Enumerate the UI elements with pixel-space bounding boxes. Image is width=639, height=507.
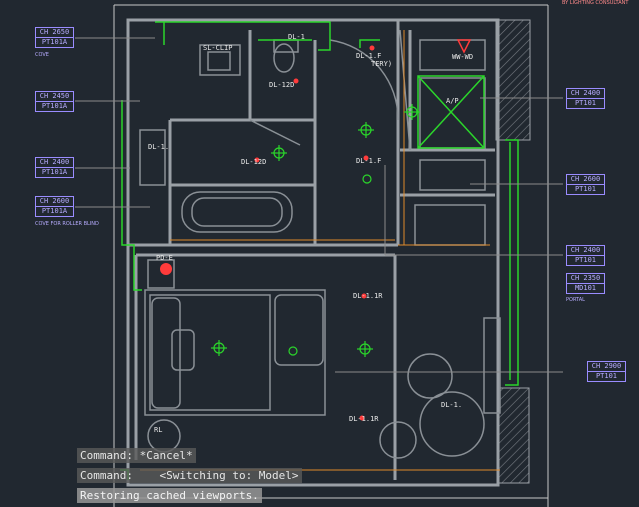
red-fixtures <box>160 45 375 421</box>
fixture-label-dl-1r-b: DL-1.1R <box>349 415 379 423</box>
ceiling-tag-right-3[interactable]: CH 2400 PT101 <box>566 245 605 266</box>
tag-ceiling-height: CH 2400 <box>36 158 73 168</box>
fixture-label-sl-clip: SL-CLIP <box>203 44 233 52</box>
fixture-label-dl-top: DL-1 <box>288 33 305 41</box>
ceiling-tag-left-4[interactable]: CH 2600 PT101A <box>35 196 74 217</box>
fixture-label-dl-1: DL-1. <box>148 143 170 151</box>
tag-note-left-4: COVE FOR ROLLER BLIND <box>35 221 99 227</box>
tag-finish-code: PT101 <box>574 185 597 193</box>
fixture-label-dl-1f-top: DL-1.F <box>356 52 382 60</box>
tag-ceiling-height: CH 2650 <box>36 28 73 38</box>
tag-ceiling-height: CH 2600 <box>36 197 73 207</box>
ceiling-tag-right-2[interactable]: CH 2600 PT101 <box>566 174 605 195</box>
tag-note-left-1: COVE <box>35 52 49 58</box>
ceiling-tag-left-2[interactable]: CH 2450 PT101A <box>35 91 74 112</box>
tag-ceiling-height: CH 2400 <box>567 246 604 256</box>
tag-finish-code: MD101 <box>574 284 597 292</box>
fixture-label-dl-1r-a: DL-1.1R <box>353 292 383 300</box>
tag-finish-code: PT101 <box>574 99 597 107</box>
fixture-label-pd: PD-E <box>156 254 173 262</box>
ceiling-tag-left-3[interactable]: CH 2400 PT101A <box>35 157 74 178</box>
tag-finish-code: PT101A <box>41 102 68 110</box>
fixture-label-dl-1f-mid: DL-1.F <box>356 157 382 165</box>
fixture-label-dl-bottom: DL-1. <box>441 401 463 409</box>
command-history-line-1: Command: *Cancel* <box>77 448 196 463</box>
top-note: BY LIGHTING CONSULTANT <box>562 0 629 6</box>
ceiling-tag-right-4[interactable]: CH 2350 MD101 <box>566 273 605 294</box>
leader-lines <box>75 37 563 373</box>
tag-ceiling-height: CH 2900 <box>588 362 625 372</box>
command-history-line-2: Command: <Switching to: Model> <box>77 468 302 483</box>
tag-ceiling-height: CH 2350 <box>567 274 604 284</box>
fixture-label-dl-12d-b: DL-12D <box>241 158 267 166</box>
fixture-label-dl-12d-a: DL-12D <box>269 81 295 89</box>
command-history-line-3: Restoring cached viewports. <box>77 488 262 503</box>
tag-finish-code: PT101 <box>574 256 597 264</box>
cove-lines <box>120 21 519 480</box>
tag-ceiling-height: CH 2400 <box>567 89 604 99</box>
fixture-label-ap: A/P <box>446 97 459 105</box>
fixture-label-tery: TERY) <box>371 60 393 68</box>
hatched-wall-lower <box>498 387 530 484</box>
tag-ceiling-height: CH 2600 <box>567 175 604 185</box>
ceiling-tag-right-5[interactable]: CH 2900 PT101 <box>587 361 626 382</box>
tag-finish-code: PT101A <box>41 207 68 215</box>
ceiling-tag-right-1[interactable]: CH 2400 PT101 <box>566 88 605 109</box>
tag-ceiling-height: CH 2450 <box>36 92 73 102</box>
fixture-label-ww-wd: WW-WD <box>452 53 474 61</box>
hatched-wall <box>495 19 531 141</box>
ceiling-tag-left-1[interactable]: CH 2650 PT101A <box>35 27 74 48</box>
tag-note-right-4: PORTAL <box>566 297 585 303</box>
ww-wd-symbol <box>456 39 472 54</box>
tag-finish-code: PT101A <box>41 168 68 176</box>
fixture-label-rl: RL <box>154 426 163 434</box>
tag-finish-code: PT101 <box>595 372 618 380</box>
drawing-canvas[interactable] <box>0 0 639 507</box>
tag-finish-code: PT101A <box>41 38 68 46</box>
